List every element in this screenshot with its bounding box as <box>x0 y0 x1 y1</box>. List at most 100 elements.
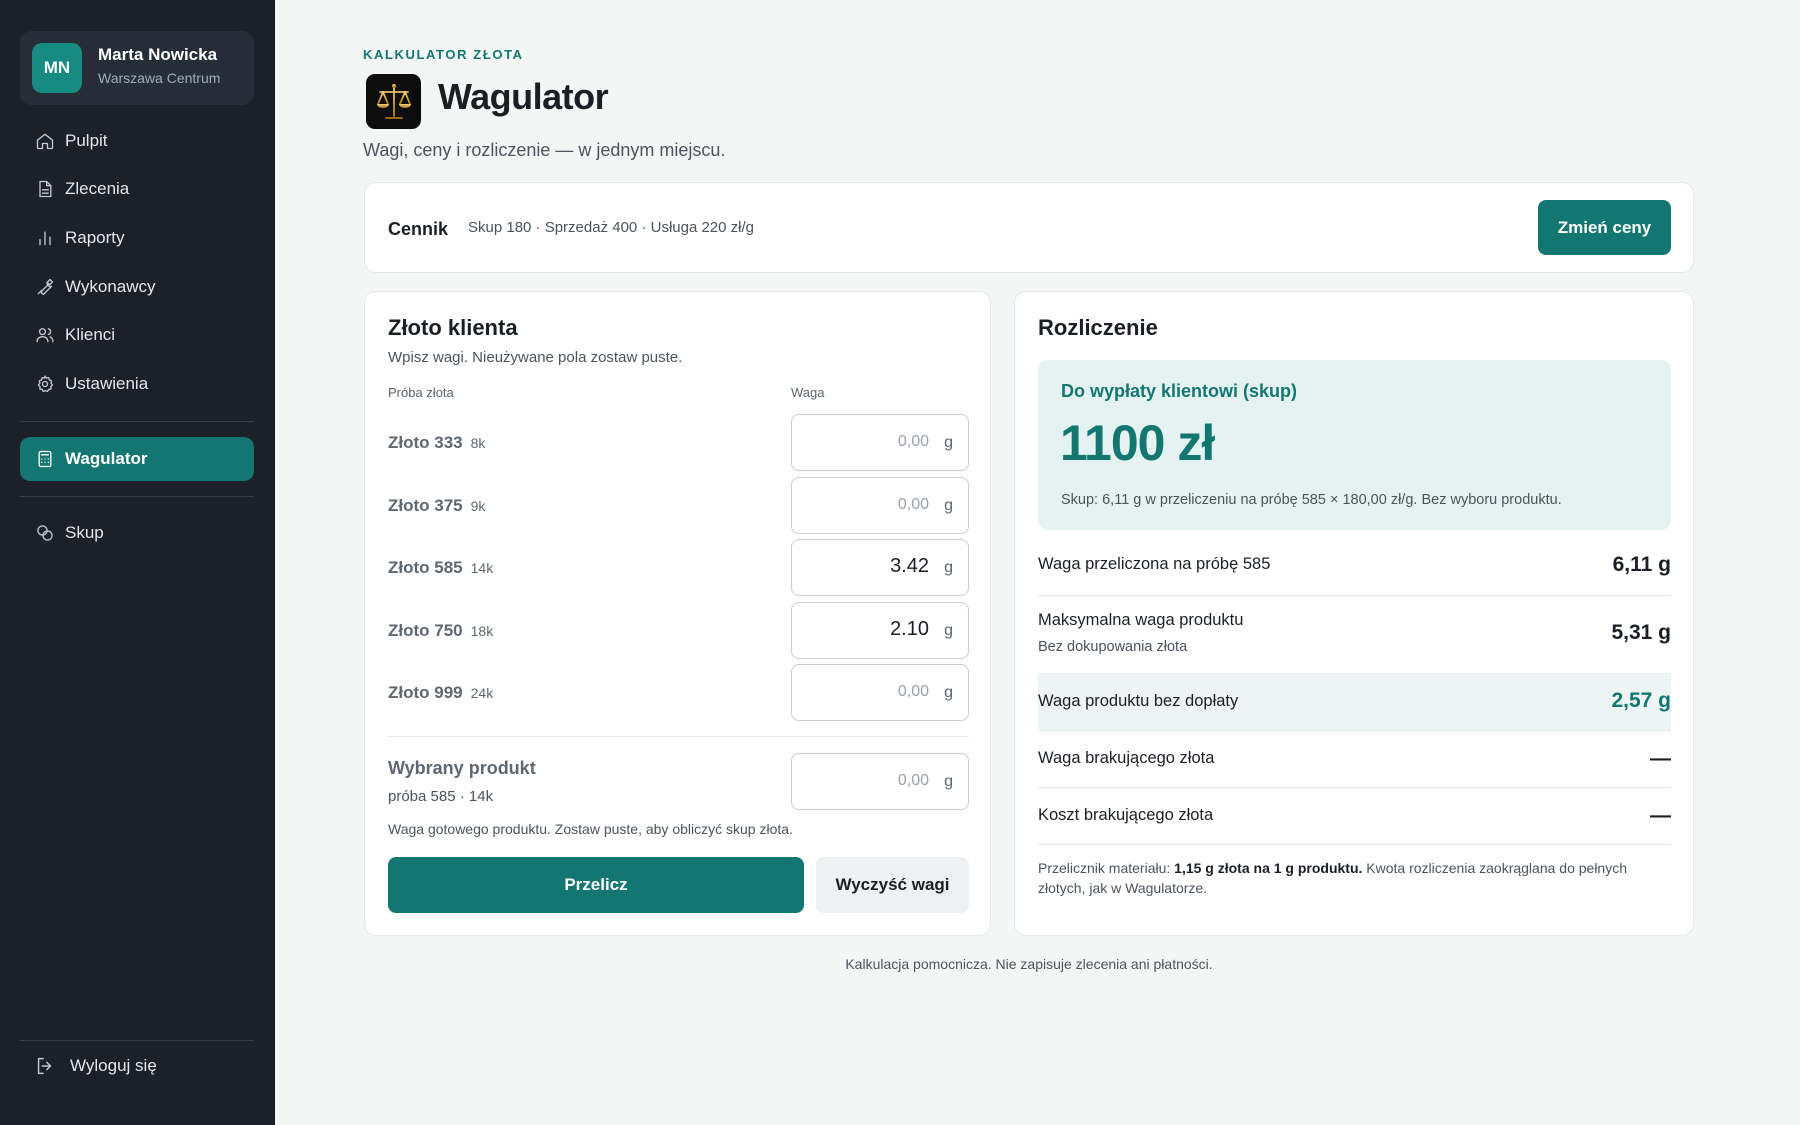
sidebar-item-label: Klienci <box>65 325 116 344</box>
clear-weights-button[interactable]: Wyczyść wagi <box>816 857 969 913</box>
coins-icon <box>37 525 53 541</box>
gold-row-label: Złoto 333 8k <box>388 433 485 453</box>
sidebar-item-wagulator[interactable]: Wagulator <box>20 437 254 481</box>
gold-row-label: Złoto 375 9k <box>388 496 485 516</box>
user-location: Warszawa Centrum <box>98 70 221 86</box>
row-label: Waga brakującego złota <box>1038 749 1215 767</box>
card-title: Złoto klienta <box>388 315 518 340</box>
payout-label: Do wypłaty klientowi (skup) <box>1061 381 1298 401</box>
bar-chart-icon <box>39 231 51 246</box>
sidebar-item-zlecenia[interactable]: Zlecenia <box>20 167 254 211</box>
wrench-icon <box>37 278 54 296</box>
weight-value: 2.10 <box>890 618 929 640</box>
weight-input-333[interactable]: 0,00 g <box>791 414 969 471</box>
row-value: 6,11 g <box>1612 553 1671 576</box>
sidebar-item-label: Ustawienia <box>65 374 149 393</box>
page-subtitle: Wagi, ceny i rozliczenie — w jednym miej… <box>363 140 726 160</box>
pricing-label: Cennik <box>388 219 449 239</box>
row-label: Koszt brakującego złota <box>1038 806 1214 824</box>
product-hint: Waga gotowego produktu. Zostaw puste, ab… <box>388 821 793 837</box>
logout-label: Wyloguj się <box>70 1056 157 1075</box>
calculator-icon <box>38 450 52 468</box>
gold-karat: 8k <box>470 435 486 451</box>
col-weight-header: Waga <box>791 385 825 400</box>
sidebar-item-wykonawcy[interactable]: Wykonawcy <box>20 265 254 309</box>
settlement-footnote: Przelicznik materiału: 1,15 g złota na 1… <box>1038 858 1671 898</box>
unit-label: g <box>944 622 953 639</box>
users-icon <box>36 328 54 343</box>
sidebar-item-label: Zlecenia <box>65 179 130 198</box>
bottom-note: Kalkulacja pomocnicza. Nie zapisuje zlec… <box>845 956 1213 972</box>
settlement-row: Waga brakującego złota — <box>1038 731 1671 787</box>
weight-input-999[interactable]: 0,00 g <box>791 664 969 721</box>
gold-row-label: Złoto 585 14k <box>388 558 493 578</box>
unit-label: g <box>944 684 953 701</box>
row-label: Waga przeliczona na próbę 585 <box>1038 555 1271 573</box>
pricing-values: Skup 180 · Sprzedaż 400 · Usługa 220 zł/… <box>468 219 755 236</box>
unit-label: g <box>944 497 953 514</box>
page-eyebrow: KALKULATOR ZŁOTA <box>363 47 524 62</box>
weight-placeholder: 0,00 <box>897 683 929 700</box>
weight-input-585[interactable]: 3.42 g <box>791 539 969 596</box>
gear-icon <box>37 375 54 393</box>
sidebar-item-ustawienia[interactable]: Ustawienia <box>20 362 254 406</box>
logout-icon <box>37 1057 52 1075</box>
gold-karat: 9k <box>470 498 486 514</box>
footnote-prefix: Przelicznik materiału: <box>1038 860 1175 876</box>
weight-placeholder: 0,00 <box>897 772 929 789</box>
sidebar-item-label: Wagulator <box>65 449 148 468</box>
sidebar-item-klienci[interactable]: Klienci <box>20 313 254 357</box>
sidebar-divider <box>20 496 254 497</box>
weight-input-375[interactable]: 0,00 g <box>791 477 969 534</box>
sidebar-item-label: Pulpit <box>65 131 108 150</box>
gold-purity: Złoto 375 <box>388 496 463 515</box>
sidebar-divider <box>20 421 254 422</box>
settlement-row-highlight: Waga produktu bez dopłaty 2,57 g <box>1038 673 1671 730</box>
change-prices-button[interactable]: Zmień ceny <box>1538 200 1671 255</box>
settlement-card: Rozliczenie Do wypłaty klientowi (skup) … <box>1014 291 1694 936</box>
gold-row-label: Złoto 750 18k <box>388 621 493 641</box>
product-sub: próba 585 · 14k <box>388 788 494 805</box>
settlement-row: Maksymalna waga produktu Bez dokupowania… <box>1038 596 1671 663</box>
card-title: Rozliczenie <box>1038 315 1158 340</box>
gold-karat: 24k <box>470 685 494 701</box>
avatar: MN <box>32 43 82 93</box>
gold-purity: Złoto 750 <box>388 621 463 640</box>
weight-placeholder: 0,00 <box>897 496 929 513</box>
user-card[interactable]: MN Marta Nowicka Warszawa Centrum <box>20 31 254 105</box>
row-label: Waga produktu bez dopłaty <box>1038 692 1239 710</box>
sidebar-item-label: Wykonawcy <box>65 277 156 296</box>
calculate-button[interactable]: Przelicz <box>388 857 804 913</box>
weight-input-750[interactable]: 2.10 g <box>791 602 969 659</box>
gold-karat: 14k <box>470 560 494 576</box>
sidebar-divider <box>20 1040 254 1041</box>
divider <box>1038 844 1671 845</box>
unit-label: g <box>944 559 953 576</box>
scales-logo-icon <box>366 74 421 129</box>
gold-row-label: Złoto 999 24k <box>388 683 493 703</box>
product-label: Wybrany produkt <box>388 758 536 778</box>
sidebar-item-pulpit[interactable]: Pulpit <box>20 119 254 163</box>
col-purity-header: Próba złota <box>388 385 454 400</box>
settlement-row: Waga przeliczona na próbę 585 6,11 g <box>1038 544 1671 586</box>
divider <box>388 736 969 737</box>
gold-purity: Złoto 585 <box>388 558 463 577</box>
unit-label: g <box>944 773 953 790</box>
home-icon <box>36 133 54 150</box>
sidebar-item-skup[interactable]: Skup <box>20 511 254 555</box>
weight-placeholder: 0,00 <box>897 433 929 450</box>
sidebar-item-label: Skup <box>65 523 104 542</box>
row-value: — <box>1650 747 1671 770</box>
footnote-bold: 1,15 g złota na 1 g produktu. <box>1174 860 1363 876</box>
row-label: Maksymalna waga produktu <box>1038 611 1244 629</box>
page-title: Wagulator <box>438 76 609 117</box>
document-icon <box>39 180 52 198</box>
sidebar-item-label: Raporty <box>65 228 125 247</box>
row-value: 5,31 g <box>1611 621 1671 644</box>
payout-amount: 1100 zł <box>1060 415 1215 471</box>
pricing-card: Cennik Skup 180 · Sprzedaż 400 · Usługa … <box>364 182 1694 273</box>
logout-button[interactable]: Wyloguj się <box>34 1055 157 1077</box>
weight-value: 3.42 <box>890 555 929 577</box>
product-weight-input[interactable]: 0,00 g <box>791 753 969 810</box>
sidebar-item-raporty[interactable]: Raporty <box>20 216 254 260</box>
